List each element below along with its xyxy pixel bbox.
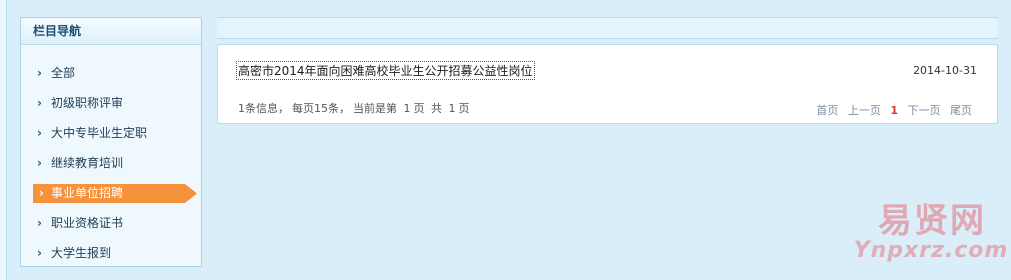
nav-item-qualification-certificate[interactable]: › 职业资格证书 bbox=[21, 208, 201, 238]
total-pages-number: 1 bbox=[448, 102, 456, 115]
nav-item-label: 初级职称评审 bbox=[51, 96, 124, 110]
article-list-panel: 高密市2014年面向困难高校毕业生公开招募公益性岗位 2014-10-31 1条… bbox=[217, 44, 998, 124]
chevron-right-icon: › bbox=[37, 216, 42, 230]
chevron-right-icon: › bbox=[37, 126, 42, 140]
chevron-right-icon: › bbox=[37, 156, 42, 170]
nav-list: › 全部 › 初级职称评审 › 大中专毕业生定职 › 继续教育培训 › 事业单位… bbox=[21, 58, 201, 268]
sidebar-title: 栏目导航 bbox=[21, 18, 201, 45]
nav-item-public-institution-recruitment[interactable]: › 事业单位招聘 bbox=[21, 178, 201, 208]
first-page-link[interactable]: 首页 bbox=[816, 104, 838, 117]
current-page-prefix: 当前是第 bbox=[353, 102, 397, 115]
next-page-link[interactable]: 下一页 bbox=[908, 104, 941, 117]
chevron-right-icon: › bbox=[37, 96, 42, 110]
prev-page-link[interactable]: 上一页 bbox=[848, 104, 881, 117]
sidebar-nav: 栏目导航 › 全部 › 初级职称评审 › 大中专毕业生定职 › 继续教育培训 ›… bbox=[20, 17, 202, 267]
nav-item-graduate-registration[interactable]: › 大学生报到 bbox=[21, 238, 201, 268]
nav-item-label: 大中专毕业生定职 bbox=[51, 126, 148, 140]
total-pages-prefix: 共 bbox=[431, 102, 442, 115]
pagination-links: 首页 上一页 1 下一页 尾页 bbox=[810, 102, 972, 118]
nav-item-label: 职业资格证书 bbox=[51, 216, 124, 230]
content-header-band bbox=[217, 17, 998, 39]
watermark-logo: 易贤网 bbox=[878, 201, 986, 241]
left-frame-edge bbox=[0, 0, 7, 280]
article-date: 2014-10-31 bbox=[913, 64, 977, 77]
nav-item-continuing-education[interactable]: › 继续教育培训 bbox=[21, 148, 201, 178]
record-count: 1条信息， bbox=[238, 102, 289, 115]
per-page-text: 每页15条， bbox=[292, 102, 350, 115]
last-page-link[interactable]: 尾页 bbox=[950, 104, 972, 117]
nav-item-label: 大学生报到 bbox=[51, 246, 112, 260]
chevron-right-icon: › bbox=[39, 186, 44, 200]
watermark-url: Ynpxrz.com bbox=[853, 238, 1009, 263]
nav-item-all[interactable]: › 全部 bbox=[21, 58, 201, 88]
chevron-right-icon: › bbox=[37, 246, 42, 260]
nav-item-junior-title-review[interactable]: › 初级职称评审 bbox=[21, 88, 201, 118]
total-pages-unit: 页 bbox=[458, 102, 470, 115]
chevron-right-icon: › bbox=[37, 66, 42, 80]
current-page-number: 1 bbox=[403, 102, 411, 115]
nav-item-label: 全部 bbox=[51, 66, 76, 80]
current-page-link: 1 bbox=[890, 104, 898, 117]
article-title-link[interactable]: 高密市2014年面向困难高校毕业生公开招募公益性岗位 bbox=[236, 61, 535, 80]
nav-item-label: 继续教育培训 bbox=[51, 156, 124, 170]
nav-item-label: 事业单位招聘 bbox=[51, 186, 124, 200]
nav-item-graduate-title[interactable]: › 大中专毕业生定职 bbox=[21, 118, 201, 148]
pagination-summary: 1条信息， 每页15条， 当前是第 1页 共 1页 bbox=[238, 100, 473, 116]
page-unit: 页 bbox=[413, 102, 425, 115]
